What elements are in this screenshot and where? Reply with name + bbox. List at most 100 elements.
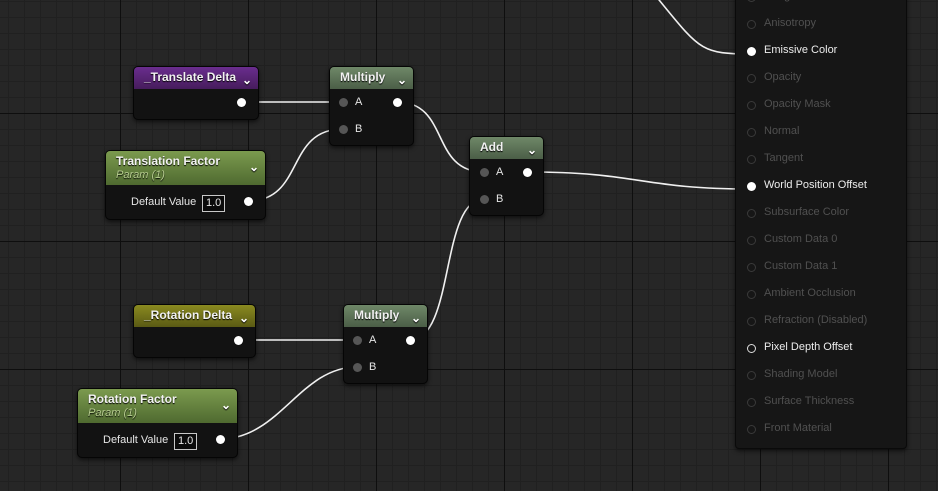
input-pin[interactable]	[747, 128, 756, 137]
material-input-row[interactable]: Custom Data 0	[736, 230, 906, 250]
material-input-label: Refraction (Disabled)	[764, 314, 868, 326]
input-pin[interactable]	[747, 371, 756, 380]
pin-label-b: B	[355, 123, 363, 135]
rotation-factor-node[interactable]: Rotation Factor Param (1) ⌄ Default Valu…	[77, 388, 238, 458]
input-pin[interactable]	[747, 0, 756, 2]
input-pin-b[interactable]	[480, 195, 489, 204]
multiply-node-bottom[interactable]: Multiply ⌄ A B	[343, 304, 428, 384]
material-input-row[interactable]: Normal	[736, 122, 906, 142]
input-pin[interactable]	[747, 290, 756, 299]
material-input-row[interactable]: Opacity	[736, 68, 906, 88]
material-input-label: Pixel Depth Offset	[764, 341, 853, 353]
chevron-down-icon[interactable]: ⌄	[411, 308, 421, 329]
chevron-down-icon[interactable]: ⌄	[242, 70, 252, 91]
chevron-down-icon[interactable]: ⌄	[527, 140, 537, 161]
output-pin[interactable]	[244, 197, 253, 206]
input-pin[interactable]	[747, 155, 756, 164]
chevron-down-icon[interactable]: ⌄	[397, 70, 407, 91]
node-title: _Rotation Delta	[144, 308, 233, 322]
output-pin[interactable]	[234, 336, 243, 345]
chevron-down-icon[interactable]: ⌄	[221, 398, 231, 412]
input-pin[interactable]	[747, 317, 756, 326]
default-value-field[interactable]: 1.0	[174, 433, 198, 450]
input-pin-b[interactable]	[339, 125, 348, 134]
input-pin-a[interactable]	[339, 98, 348, 107]
input-pin[interactable]	[747, 236, 756, 245]
node-header[interactable]: Multiply ⌄	[330, 67, 413, 89]
input-pin[interactable]	[747, 209, 756, 218]
material-input-label: Normal	[764, 125, 800, 137]
input-pin[interactable]	[747, 425, 756, 434]
input-pin[interactable]	[747, 47, 756, 56]
input-pin[interactable]	[747, 74, 756, 83]
material-input-label: Front Material	[764, 422, 832, 434]
material-result-node[interactable]: Roughness Anisotropy Emissive Color Opacity…	[735, 0, 907, 449]
material-input-row[interactable]: Subsurface Color	[736, 203, 906, 223]
material-input-row[interactable]: Anisotropy	[736, 14, 906, 34]
node-title: Rotation Factor	[88, 392, 177, 406]
material-input-row[interactable]: Custom Data 1	[736, 257, 906, 277]
input-pin-a[interactable]	[480, 168, 489, 177]
node-header[interactable]: Translation Factor Param (1) ⌄	[106, 151, 265, 185]
node-header[interactable]: Add ⌄	[470, 137, 543, 159]
input-pin[interactable]	[747, 20, 756, 29]
input-pin[interactable]	[747, 398, 756, 407]
material-input-row[interactable]: Roughness	[736, 0, 906, 7]
node-title: Translation Factor	[116, 154, 221, 168]
material-input-row[interactable]: Front Material	[736, 419, 906, 439]
material-input-row[interactable]: Refraction (Disabled)	[736, 311, 906, 331]
pin-label-a: A	[369, 334, 377, 346]
chevron-down-icon[interactable]: ⌄	[239, 308, 249, 329]
material-input-label: Tangent	[764, 152, 804, 164]
material-input-label: Custom Data 0	[764, 233, 838, 245]
material-input-row[interactable]: Shading Model	[736, 365, 906, 385]
input-pin-a[interactable]	[353, 336, 362, 345]
node-header[interactable]: Multiply ⌄	[344, 305, 427, 327]
material-input-row[interactable]: Pixel Depth Offset	[736, 338, 906, 358]
node-subtitle: Param (1)	[116, 169, 165, 181]
multiply-node-top[interactable]: Multiply ⌄ A B	[329, 66, 414, 146]
node-title: _Translate Delta	[144, 70, 237, 84]
output-pin[interactable]	[523, 168, 532, 177]
node-title: Add	[480, 140, 504, 154]
input-pin[interactable]	[747, 344, 756, 353]
default-value-label: Default Value	[103, 434, 169, 446]
input-pin[interactable]	[747, 263, 756, 272]
material-input-label: World Position Offset	[764, 179, 867, 191]
material-input-label: Opacity	[764, 71, 802, 83]
wire-add-to-wpo	[526, 171, 752, 190]
material-input-label: Opacity Mask	[764, 98, 831, 110]
output-pin[interactable]	[237, 98, 246, 107]
pin-label-a: A	[496, 166, 504, 178]
material-input-label: Subsurface Color	[764, 206, 849, 218]
material-input-row[interactable]: Ambient Occlusion	[736, 284, 906, 304]
output-pin[interactable]	[406, 336, 415, 345]
material-input-row[interactable]: Opacity Mask	[736, 95, 906, 115]
material-input-label: Roughness	[764, 0, 820, 2]
add-node[interactable]: Add ⌄ A B	[469, 136, 544, 216]
material-input-label: Emissive Color	[764, 44, 838, 56]
output-pin[interactable]	[393, 98, 402, 107]
material-input-row[interactable]: World Position Offset	[736, 176, 906, 196]
rotation-delta-node[interactable]: _Rotation Delta ⌄	[133, 304, 256, 358]
translation-factor-node[interactable]: Translation Factor Param (1) ⌄ Default V…	[105, 150, 266, 220]
input-pin[interactable]	[747, 182, 756, 191]
input-pin[interactable]	[747, 101, 756, 110]
material-input-row[interactable]: Emissive Color	[736, 41, 906, 61]
input-pin-b[interactable]	[353, 363, 362, 372]
pin-label-a: A	[355, 96, 363, 108]
material-input-label: Custom Data 1	[764, 260, 838, 272]
chevron-down-icon[interactable]: ⌄	[249, 160, 259, 174]
pin-label-b: B	[496, 193, 504, 205]
translate-delta-node[interactable]: _Translate Delta ⌄	[133, 66, 259, 120]
node-header[interactable]: _Rotation Delta ⌄	[134, 305, 255, 327]
node-header[interactable]: Rotation Factor Param (1) ⌄	[78, 389, 237, 423]
material-input-row[interactable]: Tangent	[736, 149, 906, 169]
material-input-row[interactable]: Surface Thickness	[736, 392, 906, 412]
output-pin[interactable]	[216, 435, 225, 444]
node-header[interactable]: _Translate Delta ⌄	[134, 67, 258, 89]
default-value-field[interactable]: 1.0	[202, 195, 226, 212]
material-input-label: Ambient Occlusion	[764, 287, 856, 299]
node-title: Multiply	[340, 70, 386, 84]
material-input-label: Anisotropy	[764, 17, 816, 29]
